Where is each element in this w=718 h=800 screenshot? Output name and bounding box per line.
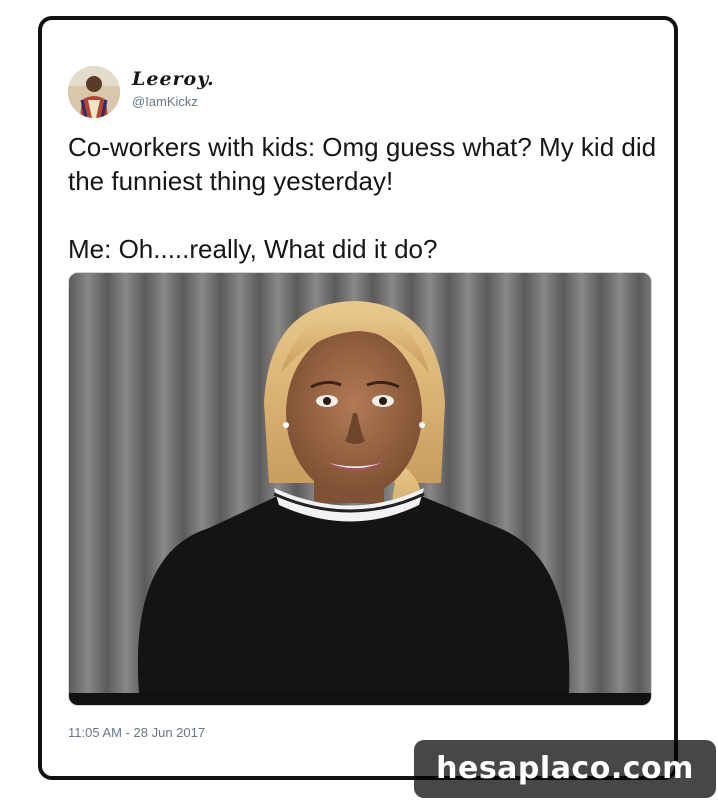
- avatar-image: [68, 66, 120, 118]
- display-name[interactable]: Leeroy.: [132, 68, 215, 90]
- tweet-media-photo[interactable]: [68, 272, 652, 706]
- avatar[interactable]: [68, 66, 120, 118]
- watermark-badge: hesaplaco.com: [414, 740, 716, 798]
- photo-image: [69, 273, 651, 705]
- tweet-text-line-1: Co-workers with kids: Omg guess what? My…: [68, 132, 657, 196]
- tweet-timestamp[interactable]: 11:05 AM - 28 Jun 2017: [68, 725, 205, 740]
- tweet-card: Leeroy. @IamKickz Co-workers with kids: …: [38, 16, 678, 780]
- tweet-text: Co-workers with kids: Omg guess what? My…: [68, 130, 658, 266]
- user-handle[interactable]: @IamKickz: [132, 94, 198, 109]
- tweet-text-line-2: Me: Oh.....really, What did it do?: [68, 234, 438, 264]
